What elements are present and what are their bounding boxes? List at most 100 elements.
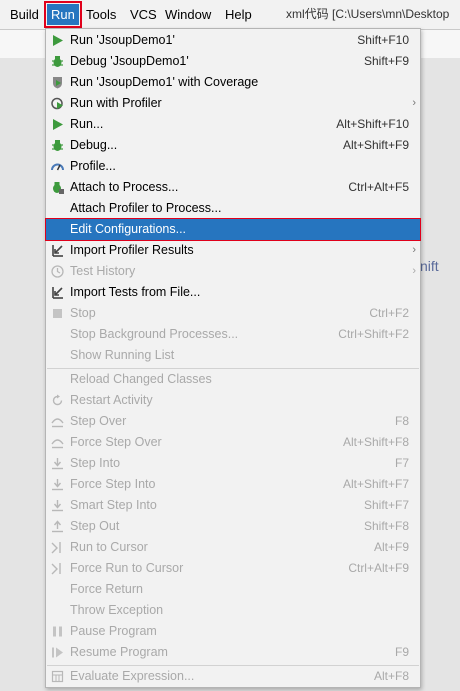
run-icon <box>51 34 64 47</box>
menu-item-smart-step-into[interactable]: Smart Step Into Shift+F7 <box>46 495 420 516</box>
menu-item-label: Reload Changed Classes <box>70 372 212 386</box>
menu-item-run-to-cursor[interactable]: Run to Cursor Alt+F9 <box>46 537 420 558</box>
menu-item-label: Step Into <box>70 456 121 470</box>
menu-item-force-step-into[interactable]: Force Step Into Alt+Shift+F7 <box>46 474 420 495</box>
menu-item-step-out[interactable]: Step Out Shift+F8 <box>46 516 420 537</box>
import-icon <box>51 286 64 299</box>
menu-item-import-profiler-results[interactable]: Import Profiler Results › <box>46 240 420 261</box>
menu-item-shortcut: Alt+F9 <box>373 540 409 554</box>
menu-item-label: Run 'JsoupDemo1' with Coverage <box>70 75 259 89</box>
menu-item-label: Show Running List <box>70 348 175 362</box>
pause-icon <box>51 625 64 638</box>
menu-item-label: Run 'JsoupDemo1' <box>70 33 175 47</box>
menu-item-label: Restart Activity <box>70 393 153 407</box>
menu-item-evaluate-expression[interactable]: Evaluate Expression... Alt+F8 <box>46 666 420 687</box>
menu-item-run-with-profiler[interactable]: Run with Profiler › <box>46 93 420 114</box>
calculator-icon <box>51 670 64 683</box>
menu-item-shortcut: Ctrl+Alt+F9 <box>348 561 409 575</box>
window-title: xml代码 [C:\Users\mn\Desktop <box>286 7 450 21</box>
menu-item-label: Attach Profiler to Process... <box>70 201 222 215</box>
menu-item-throw-exception[interactable]: Throw Exception <box>46 600 420 621</box>
import-icon <box>51 244 64 257</box>
profiler-run-icon <box>51 97 64 110</box>
menu-item-label: Step Out <box>70 519 120 533</box>
menu-item-shortcut: Alt+Shift+F10 <box>336 117 409 131</box>
run-icon <box>51 118 64 131</box>
menu-item-label: Pause Program <box>70 624 157 638</box>
menu-item-shortcut: Ctrl+Shift+F2 <box>338 327 409 341</box>
menu-tools[interactable]: Tools <box>82 4 120 25</box>
menu-item-label: Profile... <box>70 159 116 173</box>
menu-item-show-running-list[interactable]: Show Running List <box>46 345 420 366</box>
menu-item-label: Debug... <box>70 138 118 152</box>
history-clock-icon <box>51 265 64 278</box>
menu-item-label: Edit Configurations... <box>70 222 187 236</box>
menu-item-shortcut: Alt+Shift+F8 <box>342 435 409 449</box>
menu-item-label: Run with Profiler <box>70 96 162 110</box>
menu-item-force-run-to-cursor[interactable]: Force Run to Cursor Ctrl+Alt+F9 <box>46 558 420 579</box>
menu-item-shortcut: Ctrl+F2 <box>369 306 409 320</box>
menu-item-shortcut: Shift+F7 <box>363 498 409 512</box>
menu-item-resume-program[interactable]: Resume Program F9 <box>46 642 420 663</box>
step-over-icon <box>51 415 64 428</box>
menu-item-force-return[interactable]: Force Return <box>46 579 420 600</box>
step-into-icon <box>51 499 64 512</box>
coverage-icon <box>51 76 64 89</box>
menu-item-run-with-coverage[interactable]: Run 'JsoupDemo1' with Coverage <box>46 72 420 93</box>
menu-item-label: Stop Background Processes... <box>70 327 239 341</box>
menu-item-label: Attach to Process... <box>70 180 179 194</box>
menu-vcs[interactable]: VCS <box>126 4 161 25</box>
menu-item-shortcut: F7 <box>394 456 409 470</box>
menu-item-run-jsoupdemo1[interactable]: Run 'JsoupDemo1' Shift+F10 <box>46 30 420 51</box>
attach-bug-icon <box>51 181 64 194</box>
menu-item-label: Step Over <box>70 414 127 428</box>
step-into-icon <box>51 478 64 491</box>
submenu-arrow-icon: › <box>412 97 416 109</box>
menu-item-shortcut: Shift+F9 <box>363 54 409 68</box>
menu-item-shortcut: F8 <box>394 414 409 428</box>
resume-icon <box>51 646 64 659</box>
menu-item-stop[interactable]: Stop Ctrl+F2 <box>46 303 420 324</box>
menu-help[interactable]: Help <box>221 4 256 25</box>
menu-window[interactable]: Window <box>161 4 215 25</box>
menu-run[interactable]: Run <box>44 1 82 28</box>
menu-item-label: Debug 'JsoupDemo1' <box>70 54 189 68</box>
menu-item-shortcut: Alt+F8 <box>373 669 409 683</box>
debug-icon <box>51 139 64 152</box>
menu-item-debug-ellipsis[interactable]: Debug... Alt+Shift+F9 <box>46 135 420 156</box>
menu-build[interactable]: Build <box>6 4 43 25</box>
menu-item-label: Run to Cursor <box>70 540 148 554</box>
menu-item-label: Force Run to Cursor <box>70 561 184 575</box>
menu-item-force-step-over[interactable]: Force Step Over Alt+Shift+F8 <box>46 432 420 453</box>
menu-item-pause-program[interactable]: Pause Program <box>46 621 420 642</box>
debug-icon <box>51 55 64 68</box>
menu-item-stop-background[interactable]: Stop Background Processes... Ctrl+Shift+… <box>46 324 420 345</box>
menu-item-profile[interactable]: Profile... <box>46 156 420 177</box>
menu-item-import-tests[interactable]: Import Tests from File... <box>46 282 420 303</box>
profile-gauge-icon <box>51 160 64 173</box>
menu-item-label: Throw Exception <box>70 603 164 617</box>
menu-item-attach-profiler[interactable]: Attach Profiler to Process... <box>46 198 420 219</box>
menu-item-step-over[interactable]: Step Over F8 <box>46 411 420 432</box>
submenu-arrow-icon: › <box>412 244 416 256</box>
menu-item-run-ellipsis[interactable]: Run... Alt+Shift+F10 <box>46 114 420 135</box>
background-partial-text: nift <box>420 258 439 274</box>
menu-item-label: Import Tests from File... <box>70 285 201 299</box>
menu-item-label: Force Step Into <box>70 477 156 491</box>
menu-item-restart-activity[interactable]: Restart Activity <box>46 390 420 411</box>
menu-item-test-history[interactable]: Test History › <box>46 261 420 282</box>
menu-item-reload-changed-classes[interactable]: Reload Changed Classes <box>46 369 420 390</box>
menu-item-label: Resume Program <box>70 645 168 659</box>
run-to-cursor-icon <box>51 541 64 554</box>
step-into-icon <box>51 457 64 470</box>
menu-item-attach-to-process[interactable]: Attach to Process... Ctrl+Alt+F5 <box>46 177 420 198</box>
menu-item-step-into[interactable]: Step Into F7 <box>46 453 420 474</box>
menu-item-shortcut: Shift+F8 <box>363 519 409 533</box>
menu-item-shortcut: Alt+Shift+F9 <box>342 138 409 152</box>
menu-item-edit-configurations[interactable]: Edit Configurations... <box>45 218 421 241</box>
menu-item-debug-jsoupdemo1[interactable]: Debug 'JsoupDemo1' Shift+F9 <box>46 51 420 72</box>
menu-item-shortcut: F9 <box>394 645 409 659</box>
step-out-icon <box>51 520 64 533</box>
menu-item-label: Run... <box>70 117 104 131</box>
menu-item-label: Import Profiler Results <box>70 243 194 257</box>
